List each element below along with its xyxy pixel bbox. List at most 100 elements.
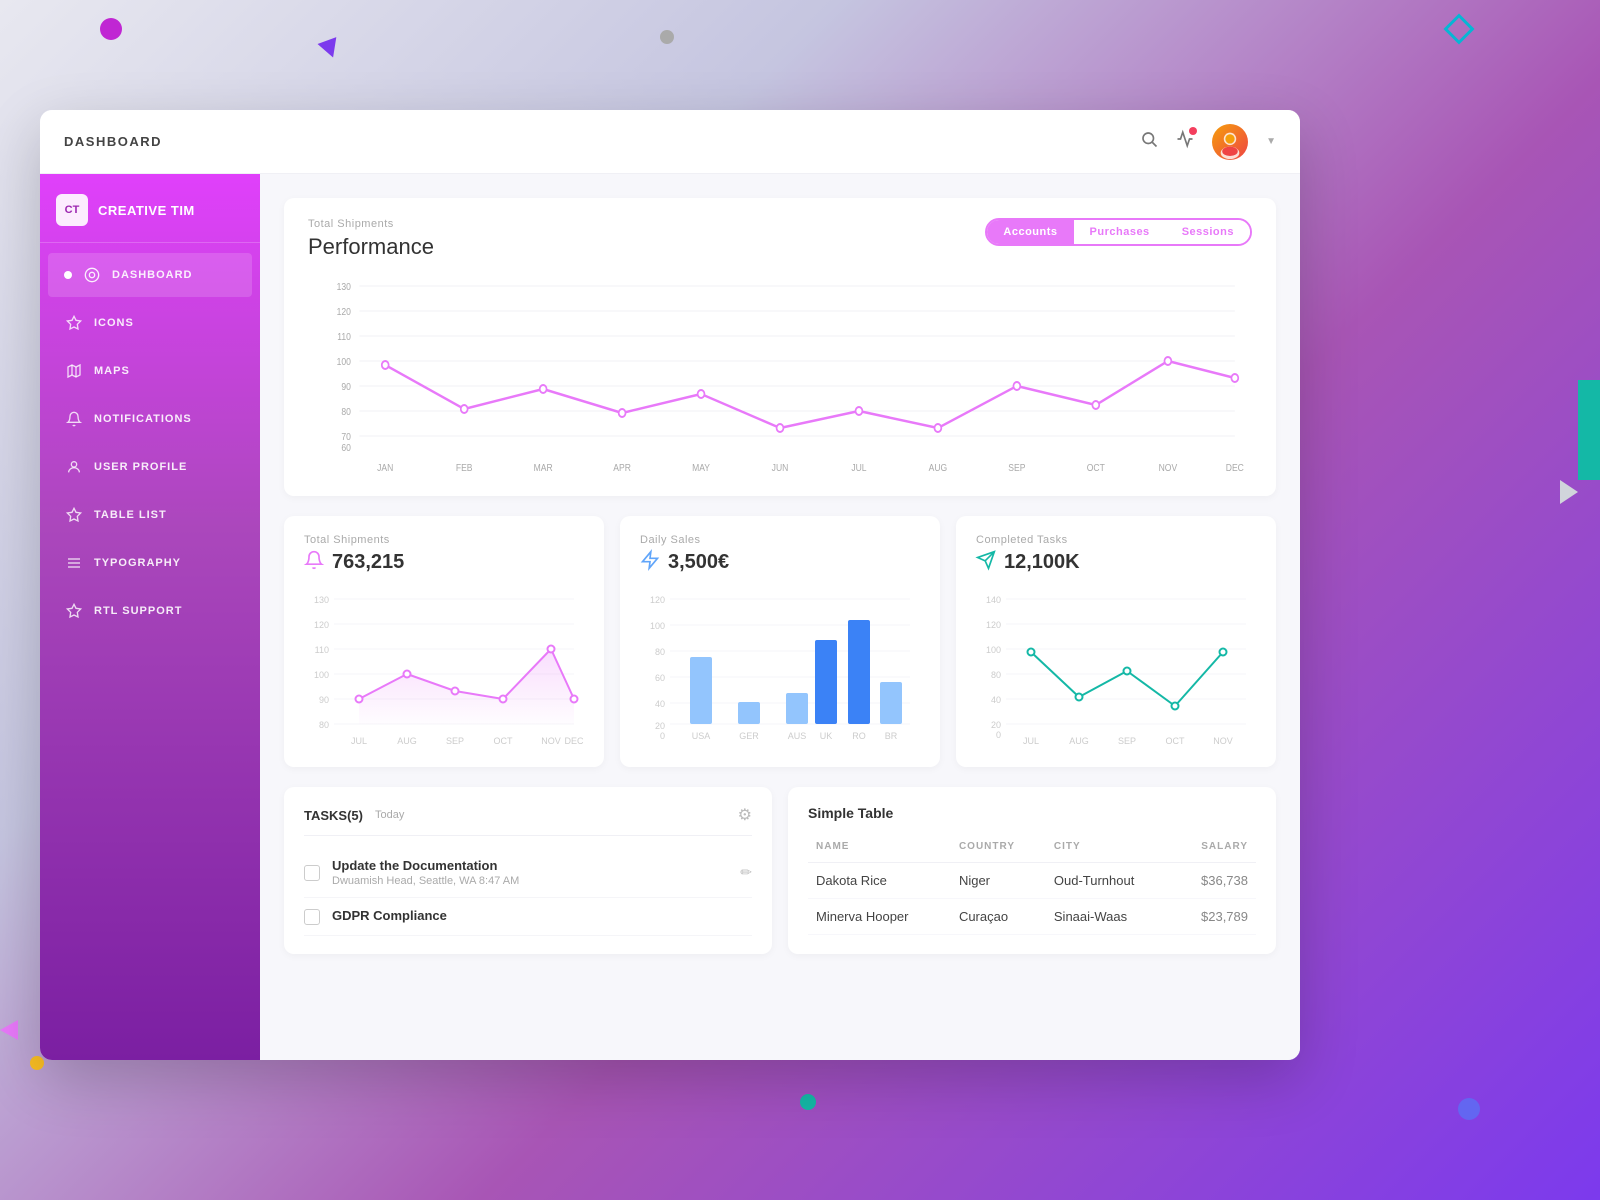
svg-text:60: 60 [341,442,351,453]
task-name-0: Update the Documentation [332,858,740,873]
task-meta-0: Dwuamish Head, Seattle, WA 8:47 AM [332,875,740,887]
col-header-name: NAME [808,835,951,863]
svg-text:120: 120 [986,620,1001,630]
svg-text:100: 100 [650,621,665,631]
tab-purchases[interactable]: Purchases [1074,220,1166,244]
sidebar-item-dashboard[interactable]: DASHBOARD [48,253,252,297]
table-body: Dakota Rice Niger Oud-Turnhout $36,738 M… [808,863,1256,935]
tab-sessions[interactable]: Sessions [1166,220,1250,244]
card-total-shipments-value-row: 763,215 [304,550,584,575]
typography-icon [64,553,84,573]
svg-text:SEP: SEP [1008,462,1025,473]
tasks-card: TASKS(5) Today ⚙ Update the Documentatio… [284,787,772,954]
sidebar-item-typography[interactable]: TYPOGRAPHY [48,541,252,585]
performance-tab-group: Accounts Purchases Sessions [985,218,1252,246]
tasks-settings-icon[interactable]: ⚙ [738,805,752,825]
svg-text:UK: UK [820,731,833,741]
table-header-row: NAME COUNTRY CITY SALARY [808,835,1256,863]
sidebar-item-label-notifications: NOTIFICATIONS [94,413,192,425]
task-edit-icon-0[interactable]: ✏ [740,864,752,881]
sidebar-item-maps[interactable]: MAPS [48,349,252,393]
sidebar-item-label-rtl-support: RTL SUPPORT [94,605,182,617]
table-title: Simple Table [808,805,1256,821]
app-title: DASHBOARD [64,134,162,149]
sidebar-item-notifications[interactable]: NOTIFICATIONS [48,397,252,441]
svg-text:JUL: JUL [1023,736,1039,746]
svg-text:70: 70 [341,431,351,442]
table-list-icon [64,505,84,525]
card-completed-tasks-value: 12,100K [1004,551,1080,574]
svg-text:DEC: DEC [564,736,584,746]
activity-icon[interactable] [1176,130,1194,153]
task-item-0: Update the Documentation Dwuamish Head, … [304,848,752,898]
svg-text:OCT: OCT [494,736,514,746]
sidebar-item-label-maps: MAPS [94,365,130,377]
table-row-1: Minerva Hooper Curaçao Sinaai-Waas $23,7… [808,899,1256,935]
svg-text:130: 130 [337,281,351,292]
performance-title: Performance [308,234,434,260]
cell-salary-0: $36,738 [1173,863,1256,899]
task-checkbox-0[interactable] [304,865,320,881]
user-profile-icon [64,457,84,477]
svg-text:DEC: DEC [1226,462,1244,473]
col-header-salary: SALARY [1173,835,1256,863]
cell-country-0: Niger [951,863,1046,899]
svg-text:AUG: AUG [397,736,417,746]
sidebar-item-user-profile[interactable]: USER PROFILE [48,445,252,489]
card-total-shipments-icon [304,550,324,575]
performance-header: Total Shipments Performance Accounts Pur… [308,218,1252,260]
tasks-title: TASKS(5) [304,808,363,823]
table-header: NAME COUNTRY CITY SALARY [808,835,1256,863]
svg-text:110: 110 [337,331,351,342]
tab-accounts[interactable]: Accounts [987,220,1073,244]
svg-text:80: 80 [341,406,351,417]
card-daily-sales-value-row: 3,500€ [640,550,920,575]
task-text-1: GDPR Compliance [332,908,752,925]
svg-text:60: 60 [655,673,665,683]
bottom-row: TASKS(5) Today ⚙ Update the Documentatio… [284,787,1276,954]
sidebar-brand-name: CREATIVE TIM [98,203,195,218]
table-row-0: Dakota Rice Niger Oud-Turnhout $36,738 [808,863,1256,899]
svg-text:120: 120 [337,306,351,317]
sidebar-item-icons[interactable]: ICONS [48,301,252,345]
svg-text:90: 90 [319,695,329,705]
col-header-city: CITY [1046,835,1173,863]
card-total-shipments-chart: 130 120 110 100 90 80 JUL AUG SEP OCT NO… [304,589,584,749]
sidebar-logo: CT [56,194,88,226]
task-checkbox-1[interactable] [304,909,320,925]
card-total-shipments-value: 763,215 [332,551,404,574]
task-name-1: GDPR Compliance [332,908,752,923]
sidebar-brand: CT CREATIVE TIM [40,174,260,243]
card-completed-tasks-subtitle: Completed Tasks [976,534,1256,546]
bg-decoration-triangle [318,37,343,61]
app-body: CT CREATIVE TIM DASHBOARD ICONS [40,174,1300,1060]
card-total-shipments: Total Shipments 763,215 [284,516,604,767]
svg-text:NOV: NOV [1159,462,1178,473]
svg-text:AUG: AUG [1069,736,1089,746]
svg-text:JUL: JUL [851,462,866,473]
performance-subtitle: Total Shipments [308,218,434,230]
svg-text:AUS: AUS [788,731,807,741]
sidebar-item-rtl-support[interactable]: RTL SUPPORT [48,589,252,633]
sidebar-item-table-list[interactable]: TABLE LIST [48,493,252,537]
cell-name-1: Minerva Hooper [808,899,951,935]
card-daily-sales: Daily Sales 3,500€ [620,516,940,767]
svg-text:APR: APR [613,462,631,473]
col-header-country: COUNTRY [951,835,1046,863]
svg-text:120: 120 [650,595,665,605]
performance-title-group: Total Shipments Performance [308,218,434,260]
svg-text:BR: BR [885,731,898,741]
card-daily-sales-icon [640,550,660,575]
sidebar: CT CREATIVE TIM DASHBOARD ICONS [40,174,260,1060]
search-icon[interactable] [1140,130,1158,153]
svg-text:80: 80 [655,647,665,657]
bg-decoration-circle-purple [100,18,122,40]
avatar-dropdown-icon[interactable]: ▼ [1266,136,1276,147]
svg-text:120: 120 [314,620,329,630]
cell-city-0: Oud-Turnhout [1046,863,1173,899]
cards-row: Total Shipments 763,215 [284,516,1276,767]
svg-text:20: 20 [991,720,1001,730]
avatar[interactable] [1212,124,1248,160]
svg-text:0: 0 [996,730,1001,740]
icons-icon [64,313,84,333]
